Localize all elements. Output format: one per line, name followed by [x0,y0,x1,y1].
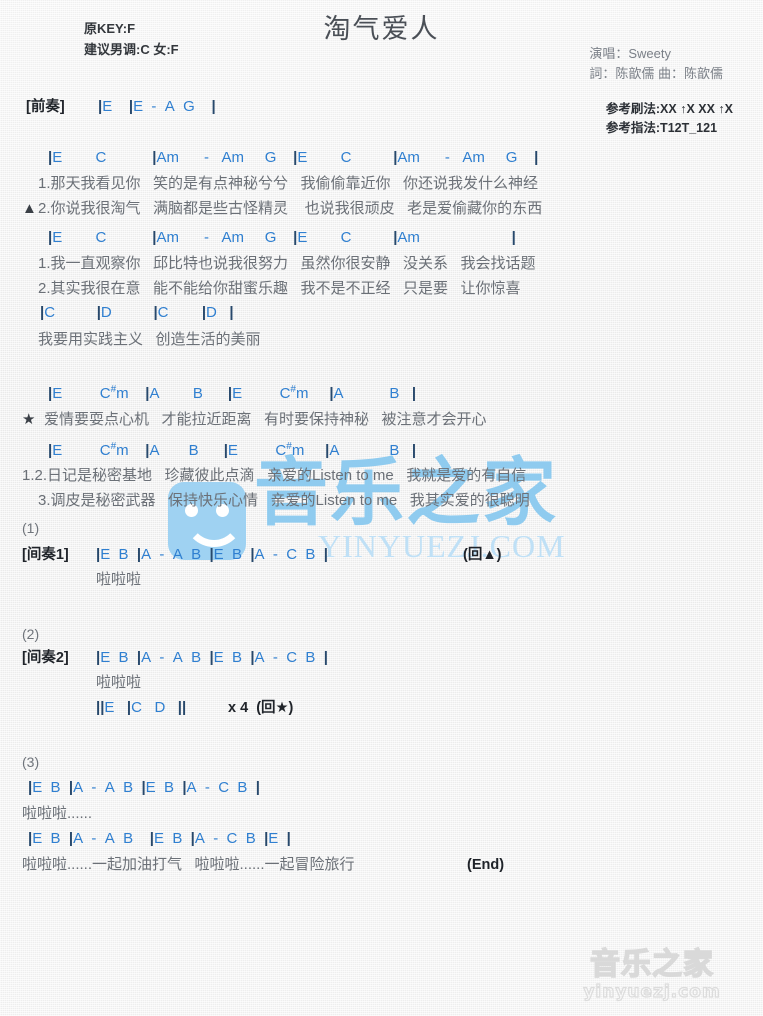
chorus-lyric-2a: 1.2.日记是秘密基地 珍藏彼此点滴 亲爱的Listen to me 我就是爱的… [22,467,527,484]
writer-composer-credit: 詞：陈歆儒 曲：陈歆儒 [589,66,723,81]
fingering-pattern: 参考指法:T12T_121 [605,121,718,135]
chorus-star-marker: ★ [22,411,36,428]
interlude1-repeat: (回▲) [463,547,502,563]
chord-sheet-page: 音乐之家 YINYUEZJ.COM 音乐之家 yinyuezj.com 淘气爱人… [0,0,763,1016]
verse1-chord-line-3: |C |D |C |D | [40,304,234,321]
corner-watermark-en: yinyuezj.com [583,981,721,1002]
interlude2-chords: |E B |A - A B |E B |A - C B | [96,649,328,666]
interlude1-chords: |E B |A - A B |E B |A - C B | [96,546,328,563]
smiley-mouth-icon [184,516,244,547]
verse1-lyric-1b: 2.你说我很淘气 满脑都是些古怪精灵 也说我很顽皮 老是爱偷藏你的东西 [38,200,543,217]
chorus-lyric-1: 爱情要耍点心机 才能拉近距离 有时要保持神秘 被注意才会开心 [44,411,487,428]
prelude-chords: |E |E - A G | [98,98,216,115]
interlude2-lyric: 啦啦啦 [96,674,142,691]
ending-end-label: (End) [467,857,505,873]
interlude2-extra-chords: ||E |C D || [96,699,187,716]
original-key: 原KEY:F [84,21,136,36]
singer-credit: 演唱：Sweety [589,46,672,61]
verse1-repeat-marker: ▲ [22,200,37,217]
interlude1-tag: [间奏1] [22,547,69,563]
strum-pattern: 参考刷法:XX ↑X XX ↑X [605,102,733,116]
key-info-block: 原KEY:F 建议男调:C 女:F [84,18,179,60]
reference-block: 参考刷法:XX ↑X XX ↑X 参考指法:T12T_121 [606,100,733,138]
verse1-chord-line-1: |E C |Am - Am G |E C |Am - Am G | [48,149,539,166]
verse1-lyric-1a: 1.那天我看见你 笑的是有点神秘兮兮 我偷偷靠近你 你还说我发什么神经 [38,175,539,192]
verse1-lyric-2a: 1.我一直观察你 邱比特也说我很努力 虽然你很安静 没关系 我会找话题 [38,255,536,272]
interlude2-tag: [间奏2] [22,650,69,666]
corner-watermark-cn: 音乐之家 [589,947,714,983]
ending-chord-line-2: |E B |A - A B |E B |A - C B |E | [28,830,291,847]
credits-block: 演唱：Sweety 詞：陈歆儒 曲：陈歆儒 [589,44,723,84]
suggested-key: 建议男调:C 女:F [84,42,179,57]
prelude-tag: [前奏] [26,99,65,115]
interlude1-lyric: 啦啦啦 [96,571,142,588]
ending-number: (3) [22,754,40,770]
interlude2-number: (2) [22,626,40,642]
corner-watermark: 音乐之家 yinyuezj.com [557,947,747,1006]
ending-chord-line-1: |E B |A - A B |E B |A - C B | [28,779,260,796]
ending-lyric-2: 啦啦啦......一起加油打气 啦啦啦......一起冒险旅行 [22,856,355,873]
verse1-lyric-3: 我要用实践主义 创造生活的美丽 [38,331,261,348]
ending-lyric-1: 啦啦啦...... [22,805,93,822]
center-watermark-en: YINYUEZJ.COM [318,528,566,564]
verse1-chord-line-2: |E C |Am - Am G |E C |Am | [48,229,516,246]
interlude2-extra-repeat: x 4 (回★) [228,700,294,716]
verse1-lyric-2b: 2.其实我很在意 能不能给你甜蜜乐趣 我不是不正经 只是要 让你惊喜 [38,280,521,297]
chorus-lyric-2b: 3.调皮是秘密武器 保持快乐心情 亲爱的Listen to me 我其实爱的很聪… [38,492,530,509]
interlude1-number: (1) [22,520,40,536]
chorus-chord-line-1: |E C#m |A B |E C#m |A B | [48,384,417,403]
chorus-chord-line-2: |E C#m |A B |E C#m |A B | [48,441,417,460]
